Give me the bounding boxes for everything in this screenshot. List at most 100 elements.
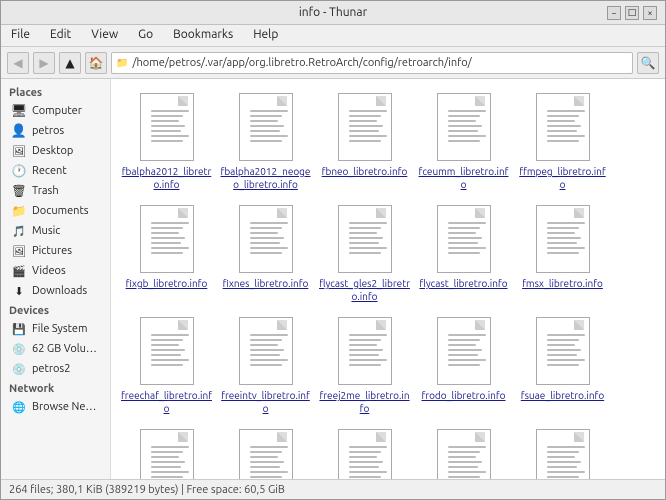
window-title: info - Thunar xyxy=(59,6,607,19)
close-button[interactable]: × xyxy=(643,6,657,20)
desktop-icon xyxy=(11,143,27,159)
forward-button[interactable]: ▶ xyxy=(33,52,55,74)
file-icon-lines xyxy=(448,446,486,478)
file-icon-paper xyxy=(437,429,491,479)
file-item[interactable]: gam4980_libretro.info xyxy=(317,423,412,479)
file-item[interactable]: fixnes_libretro.info xyxy=(218,199,313,307)
file-item[interactable]: fsuae_libretro.info xyxy=(515,311,610,419)
file-item[interactable]: fmsx_libretro.info xyxy=(515,199,610,307)
minimize-button[interactable]: − xyxy=(607,6,621,20)
menu-item-bookmarks[interactable]: Bookmarks xyxy=(167,27,239,44)
file-icon-paper xyxy=(338,93,392,161)
sidebar-item-petros[interactable]: petros xyxy=(3,121,108,141)
file-icon-paper xyxy=(437,93,491,161)
sidebar-label: Music xyxy=(32,225,60,237)
file-item[interactable]: fbalpha2012_libretro.info xyxy=(119,87,214,195)
recent-icon xyxy=(11,163,27,179)
file-item[interactable]: fbalpha2012_neogeo_libretro.info xyxy=(218,87,313,195)
file-icon-paper xyxy=(338,317,392,385)
file-item[interactable]: freeintv_libretro.info xyxy=(218,311,313,419)
file-item[interactable]: freej2me_libretro.info xyxy=(317,311,412,419)
sidebar-item-recent[interactable]: Recent xyxy=(3,161,108,181)
file-icon-fold xyxy=(574,96,584,106)
file-icon-fold xyxy=(475,320,485,330)
file-icon-paper xyxy=(536,317,590,385)
file-item[interactable]: gearboy_libretro.info xyxy=(515,423,610,479)
file-icon-paper xyxy=(437,205,491,273)
pictures-icon xyxy=(11,243,27,259)
file-icon-paper xyxy=(140,93,194,161)
file-item[interactable]: fuse_libretro.info xyxy=(119,423,214,479)
sidebar-label: Downloads xyxy=(32,285,87,297)
sidebar-item-62gb[interactable]: 62 GB Volume xyxy=(3,339,108,359)
file-item[interactable]: gambatte_libretro.info xyxy=(416,423,511,479)
file-name: fbalpha2012_libretro.info xyxy=(121,165,212,191)
file-icon-fold xyxy=(178,96,188,106)
trash-icon xyxy=(11,183,27,199)
sidebar-item-desktop[interactable]: Desktop xyxy=(3,141,108,161)
file-icon-lines xyxy=(250,110,288,142)
file-icon xyxy=(333,427,397,479)
file-item[interactable]: flycast_libretro.info xyxy=(416,199,511,307)
status-text: 264 files; 380,1 KiB (389219 bytes) | Fr… xyxy=(9,484,285,496)
file-icon-lines xyxy=(250,334,288,366)
file-icon xyxy=(432,427,496,479)
back-button[interactable]: ◀ xyxy=(7,52,29,74)
file-item[interactable]: frodo_libretro.info xyxy=(416,311,511,419)
sidebar-item-browse-network[interactable]: Browse Network xyxy=(3,397,108,417)
sidebar-item-pictures[interactable]: Pictures xyxy=(3,241,108,261)
file-item[interactable]: ffmpeg_libretro.info xyxy=(515,87,610,195)
file-icon-lines xyxy=(151,334,189,366)
file-icon-fold xyxy=(178,432,188,442)
sidebar-item-documents[interactable]: Documents xyxy=(3,201,108,221)
sidebar-item-trash[interactable]: Trash xyxy=(3,181,108,201)
file-icon-paper xyxy=(437,317,491,385)
up-button[interactable]: ▲ xyxy=(59,52,81,74)
home-button[interactable]: 🏠 xyxy=(85,52,107,74)
file-item[interactable]: fbneo_libretro.info xyxy=(317,87,412,195)
file-icon-lines xyxy=(547,222,585,254)
sidebar-item-music[interactable]: Music xyxy=(3,221,108,241)
sidebar-label: 62 GB Volume xyxy=(32,343,100,355)
file-icon xyxy=(135,91,199,163)
menu-item-file[interactable]: File xyxy=(5,27,36,44)
file-item[interactable]: flycast_gles2_libretro.info xyxy=(317,199,412,307)
file-icon xyxy=(234,315,298,387)
file-icon-lines xyxy=(349,334,387,366)
file-item[interactable]: freechaf_libretro.info xyxy=(119,311,214,419)
file-icon-fold xyxy=(574,208,584,218)
search-button[interactable]: 🔍 xyxy=(637,52,659,74)
file-icon xyxy=(234,203,298,275)
file-item[interactable]: galaksija_libretro.info xyxy=(218,423,313,479)
sidebar-label: Documents xyxy=(32,205,89,217)
sidebar-item-petros2[interactable]: petros2 xyxy=(3,359,108,379)
file-icon-lines xyxy=(250,446,288,478)
file-item[interactable]: fixgb_libretro.info xyxy=(119,199,214,307)
network-icon xyxy=(11,399,27,415)
address-bar[interactable]: 📁 /home/petros/.var/app/org.libretro.Ret… xyxy=(111,52,633,74)
sidebar-label: Trash xyxy=(32,185,59,197)
volume2-icon xyxy=(11,361,27,377)
sidebar-item-computer[interactable]: Computer xyxy=(3,101,108,121)
menu-item-go[interactable]: Go xyxy=(132,27,159,44)
sidebar-item-videos[interactable]: Videos xyxy=(3,261,108,281)
file-icon-fold xyxy=(574,432,584,442)
sidebar-item-downloads[interactable]: Downloads xyxy=(3,281,108,301)
folder-icon xyxy=(11,203,27,219)
file-name: fixnes_libretro.info xyxy=(223,277,309,290)
menu-item-view[interactable]: View xyxy=(85,27,124,44)
sidebar-item-filesystem[interactable]: File System xyxy=(3,319,108,339)
address-icon: 📁 xyxy=(116,57,128,69)
file-icon-paper xyxy=(239,429,293,479)
file-icon-fold xyxy=(376,432,386,442)
file-icon-lines xyxy=(151,446,189,478)
main-area: Places Computer petros Desktop Recent Tr… xyxy=(1,79,665,479)
maximize-button[interactable]: □ xyxy=(625,6,639,20)
sidebar-label: petros xyxy=(32,125,64,137)
file-name: freej2me_libretro.info xyxy=(319,389,410,415)
file-icon-fold xyxy=(376,320,386,330)
menu-item-edit[interactable]: Edit xyxy=(44,27,77,44)
menu-item-help[interactable]: Help xyxy=(247,27,284,44)
file-item[interactable]: fceumm_libretro.info xyxy=(416,87,511,195)
file-icon xyxy=(135,203,199,275)
